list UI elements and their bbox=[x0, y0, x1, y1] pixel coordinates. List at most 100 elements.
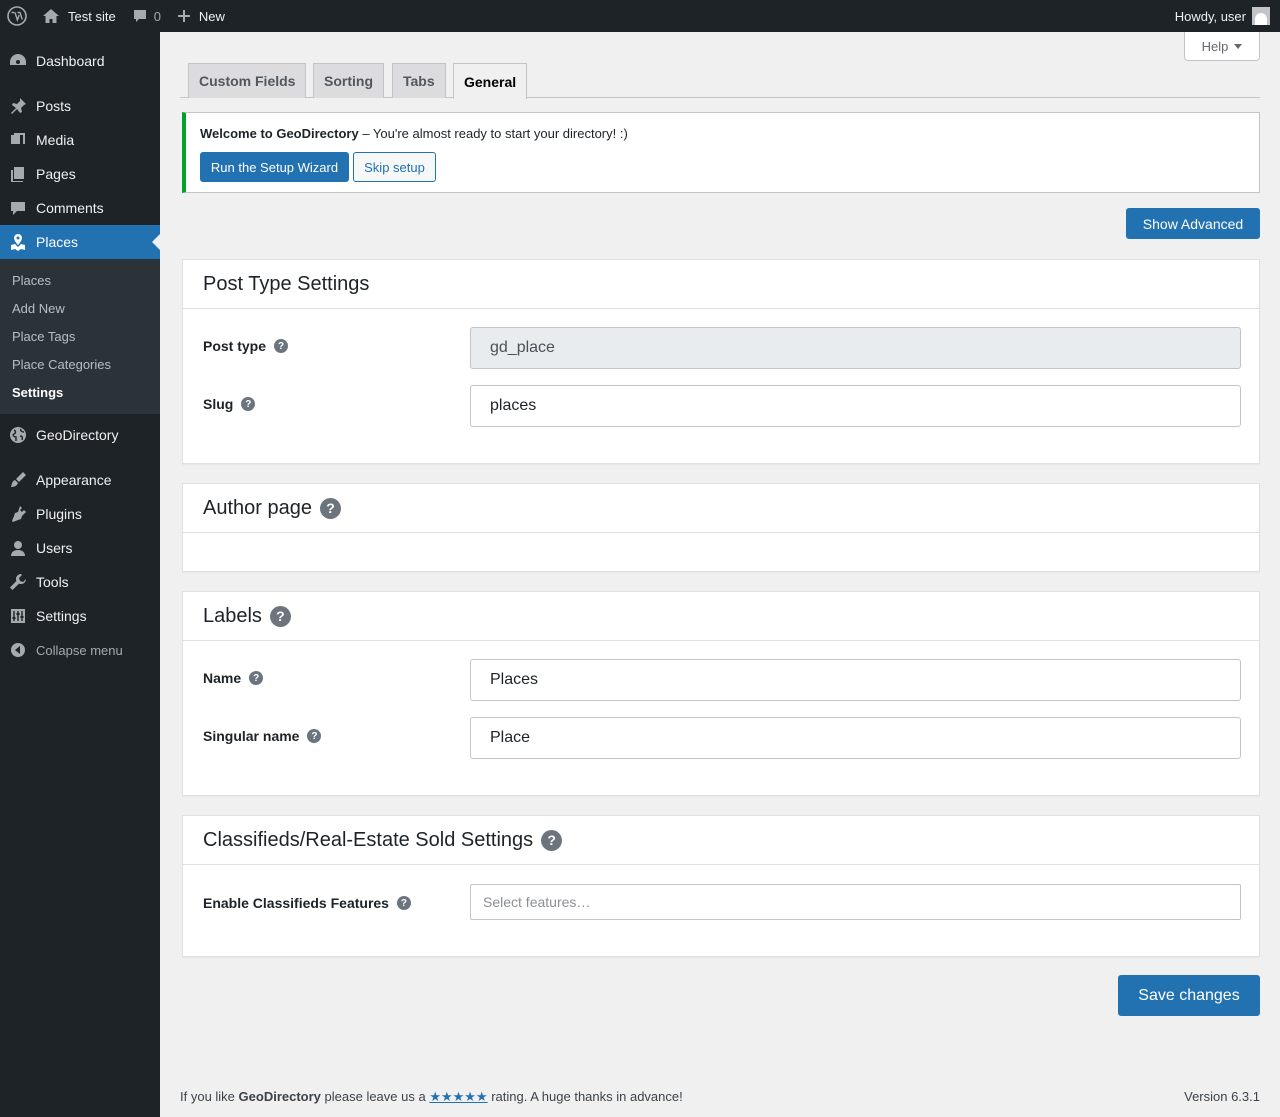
help-tooltip-icon[interactable]: ? bbox=[241, 397, 256, 411]
admin-footer: If you like GeoDirectory please leave us… bbox=[180, 1089, 1260, 1105]
howdy-text: Howdy, user bbox=[1174, 8, 1246, 24]
section-title: Author page? bbox=[183, 484, 1259, 533]
admin-menu: Dashboard Posts Media Pages Comments Pla… bbox=[0, 32, 160, 1117]
menu-label: Plugins bbox=[36, 506, 82, 522]
media-icon bbox=[0, 131, 36, 149]
submenu-item-place-categories[interactable]: Place Categories bbox=[0, 350, 160, 378]
classifieds-features-select[interactable]: Select features… bbox=[470, 884, 1241, 920]
post-type-settings-title: Post Type Settings bbox=[203, 272, 370, 295]
notice-text: – You're almost ready to start your dire… bbox=[358, 126, 628, 141]
plus-icon bbox=[177, 10, 190, 22]
comment-icon bbox=[133, 10, 146, 22]
name-label-text: Name bbox=[203, 670, 242, 686]
section-title: Post Type Settings bbox=[183, 260, 1259, 309]
help-tooltip-icon[interactable]: ? bbox=[541, 829, 563, 851]
tab-tabs[interactable]: Tabs bbox=[392, 63, 446, 98]
help-tooltip-icon[interactable]: ? bbox=[319, 497, 341, 519]
comments-count: 0 bbox=[153, 8, 161, 24]
submenu-item-place-tags[interactable]: Place Tags bbox=[0, 322, 160, 350]
map-icon bbox=[0, 233, 36, 251]
home-icon bbox=[43, 9, 59, 23]
menu-item-tools[interactable]: Tools bbox=[0, 565, 160, 599]
submenu-item-places[interactable]: Places bbox=[0, 266, 160, 294]
footer-brand: GeoDirectory bbox=[238, 1089, 321, 1104]
menu-label: Tools bbox=[36, 574, 69, 590]
tab-custom-fields[interactable]: Custom Fields bbox=[188, 63, 307, 98]
skip-setup-button[interactable]: Skip setup bbox=[353, 152, 436, 182]
site-name: Test site bbox=[68, 8, 116, 24]
menu-label: Comments bbox=[36, 200, 104, 216]
comments-link[interactable]: 0 bbox=[124, 0, 169, 32]
collapse-label: Collapse menu bbox=[36, 642, 123, 658]
dashboard-icon bbox=[0, 52, 36, 70]
classifieds-card: Classifieds/Real-Estate Sold Settings? E… bbox=[182, 815, 1260, 957]
menu-item-geodirectory[interactable]: GeoDirectory bbox=[0, 418, 160, 452]
admin-bar: Test site 0 New Howdy, user bbox=[0, 0, 1280, 32]
wordpress-logo-button[interactable] bbox=[0, 0, 34, 32]
post-type-label: Post type? bbox=[203, 338, 289, 354]
submenu-item-add-new[interactable]: Add New bbox=[0, 294, 160, 322]
help-tooltip-icon[interactable]: ? bbox=[274, 339, 289, 353]
slug-field[interactable] bbox=[470, 385, 1241, 427]
menu-label: GeoDirectory bbox=[36, 427, 119, 443]
singular-name-field[interactable] bbox=[470, 717, 1241, 759]
menu-label: Media bbox=[36, 132, 75, 148]
slug-label: Slug? bbox=[203, 396, 256, 412]
comment-icon bbox=[0, 199, 36, 217]
menu-item-comments[interactable]: Comments bbox=[0, 191, 160, 225]
menu-item-settings[interactable]: Settings bbox=[0, 599, 160, 633]
menu-item-pages[interactable]: Pages bbox=[0, 157, 160, 191]
site-name-link[interactable]: Test site bbox=[34, 0, 124, 32]
brush-icon bbox=[0, 471, 36, 489]
new-content-link[interactable]: New bbox=[169, 0, 233, 32]
author-page-card: Author page? bbox=[182, 483, 1260, 572]
help-tooltip-icon[interactable]: ? bbox=[269, 605, 291, 627]
run-setup-wizard-button[interactable]: Run the Setup Wizard bbox=[200, 152, 349, 182]
menu-item-appearance[interactable]: Appearance bbox=[0, 463, 160, 497]
settings-tabs: Custom Fields Sorting Tabs General bbox=[180, 62, 1260, 99]
help-tooltip-icon[interactable]: ? bbox=[249, 671, 264, 685]
menu-item-media[interactable]: Media bbox=[0, 123, 160, 157]
show-advanced-button[interactable]: Show Advanced bbox=[1126, 208, 1260, 239]
help-tooltip-icon[interactable]: ? bbox=[396, 896, 411, 910]
menu-label: Users bbox=[36, 540, 73, 556]
menu-item-plugins[interactable]: Plugins bbox=[0, 497, 160, 531]
new-label: New bbox=[198, 8, 225, 24]
section-title: Classifieds/Real-Estate Sold Settings? bbox=[183, 816, 1259, 865]
menu-label: Appearance bbox=[36, 472, 112, 488]
chevron-down-icon bbox=[1234, 43, 1243, 49]
footer-pre: If you like bbox=[180, 1089, 239, 1104]
version-text: Version 6.3.1 bbox=[1184, 1089, 1260, 1104]
my-account-link[interactable]: Howdy, user bbox=[1167, 0, 1280, 32]
welcome-notice: Welcome to GeoDirectory – You're almost … bbox=[182, 112, 1260, 193]
classifieds-title: Classifieds/Real-Estate Sold Settings bbox=[203, 828, 534, 851]
post-type-label-text: Post type bbox=[203, 338, 267, 354]
menu-label: Places bbox=[36, 234, 79, 250]
post-type-field bbox=[470, 327, 1241, 369]
pages-icon bbox=[0, 165, 36, 183]
classifieds-features-label: Enable Classifieds Features? bbox=[203, 895, 411, 911]
author-page-title: Author page bbox=[203, 496, 312, 519]
menu-label: Dashboard bbox=[36, 53, 105, 69]
help-button[interactable]: Help bbox=[1184, 32, 1260, 61]
menu-item-posts[interactable]: Posts bbox=[0, 89, 160, 123]
tab-sorting[interactable]: Sorting bbox=[313, 63, 384, 98]
name-field[interactable] bbox=[470, 659, 1241, 701]
tab-general[interactable]: General bbox=[453, 63, 528, 99]
wrench-icon bbox=[0, 573, 36, 591]
menu-item-dashboard[interactable]: Dashboard bbox=[0, 44, 160, 78]
places-submenu: Places Add New Place Tags Place Categori… bbox=[0, 259, 160, 414]
menu-item-users[interactable]: Users bbox=[0, 531, 160, 565]
globe-icon bbox=[0, 426, 36, 444]
save-changes-button[interactable]: Save changes bbox=[1118, 975, 1260, 1016]
help-tooltip-icon[interactable]: ? bbox=[307, 729, 322, 743]
collapse-menu-button[interactable]: Collapse menu bbox=[0, 633, 160, 667]
singular-name-label: Singular name? bbox=[203, 728, 322, 744]
rating-stars-link[interactable]: ★★★★★ bbox=[429, 1089, 487, 1104]
pin-icon bbox=[0, 97, 36, 115]
submenu-item-settings[interactable]: Settings bbox=[0, 378, 160, 406]
menu-item-places[interactable]: Places bbox=[0, 225, 160, 259]
help-label: Help bbox=[1201, 38, 1229, 54]
notice-message: Welcome to GeoDirectory – You're almost … bbox=[200, 126, 628, 141]
plugin-icon bbox=[0, 505, 36, 523]
